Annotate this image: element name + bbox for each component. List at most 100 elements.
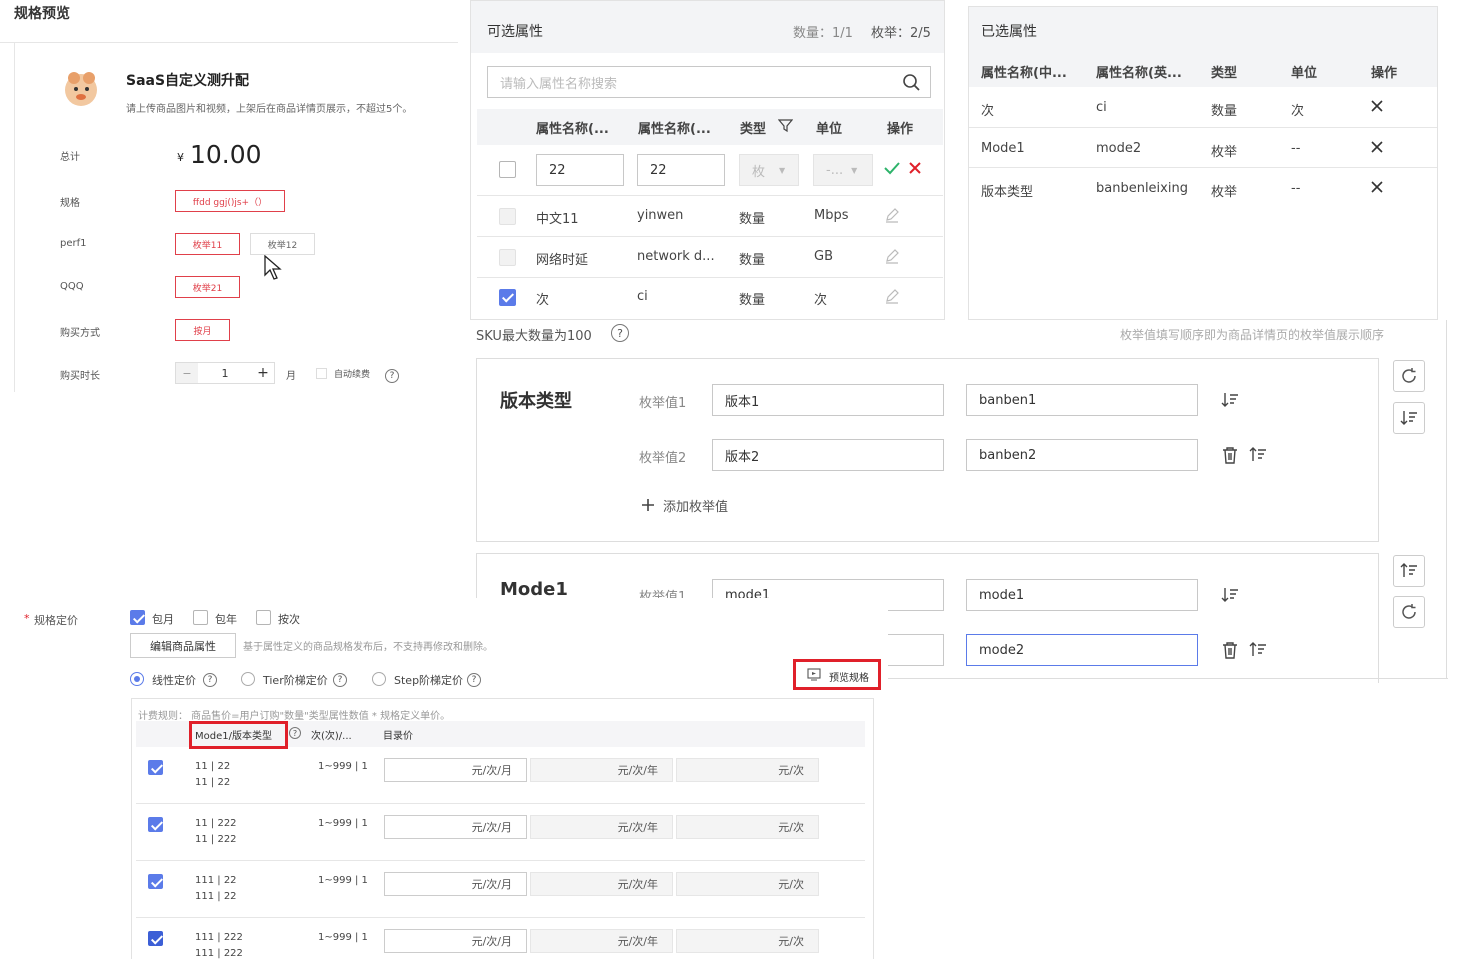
- optional-attributes-panel: 可选属性 数量：1/1 枚举：2/5 请输入属性名称搜索 属性名称(... 属性…: [470, 0, 945, 320]
- help-icon[interactable]: ?: [289, 727, 301, 739]
- price-year-input: 元/次/年: [530, 929, 673, 953]
- row-unit: GB: [814, 249, 833, 264]
- perf-option-1[interactable]: 枚举11: [175, 233, 240, 255]
- yearly-checkbox[interactable]: [193, 610, 208, 625]
- row-b: 111 | 222: [195, 948, 243, 959]
- divider: [136, 803, 865, 804]
- help-icon[interactable]: ?: [385, 369, 399, 383]
- close-icon[interactable]: [1371, 100, 1383, 112]
- col-cn: 属性名称(...: [536, 122, 609, 137]
- row-checkbox[interactable]: [148, 931, 163, 946]
- duration-stepper[interactable]: − 1 +: [175, 362, 275, 384]
- row-checkbox[interactable]: [148, 760, 163, 775]
- pricing-label: 规格定价: [34, 614, 78, 627]
- currency: ¥: [177, 151, 184, 164]
- row-range: 1~999 | 1: [318, 932, 368, 943]
- col-list-price: 目录价: [383, 731, 413, 742]
- enum-en-input-1[interactable]: mode1: [966, 579, 1198, 611]
- search-icon[interactable]: [902, 73, 920, 91]
- col-type: 类型: [1211, 66, 1238, 81]
- divider: [969, 167, 1437, 168]
- price-month-input[interactable]: 元/次/月: [384, 758, 527, 782]
- decrement-button[interactable]: −: [176, 363, 198, 383]
- price-month-input[interactable]: 元/次/月: [384, 872, 527, 896]
- row-cn: 版本类型: [981, 185, 1034, 200]
- add-enum-button[interactable]: 添加枚举值: [663, 496, 728, 515]
- row-type: 数量: [739, 293, 766, 308]
- perf-option-2[interactable]: 枚举12: [250, 233, 315, 255]
- preview-spec-button[interactable]: 预览规格: [829, 669, 869, 684]
- per-use-checkbox[interactable]: [256, 610, 271, 625]
- row-en: mode2: [1096, 141, 1142, 156]
- sort-asc-icon[interactable]: [1249, 447, 1267, 463]
- sort-desc-icon[interactable]: [1221, 587, 1239, 603]
- row-checkbox[interactable]: [148, 874, 163, 889]
- unit-select[interactable]: -... ▼: [813, 154, 873, 186]
- search-input[interactable]: 请输入属性名称搜索: [487, 66, 931, 98]
- chevron-down-icon: ▼: [779, 165, 786, 175]
- price-month-input[interactable]: 元/次/月: [384, 815, 527, 839]
- attr-en-input[interactable]: 22: [637, 154, 725, 186]
- refresh-button[interactable]: [1393, 360, 1425, 392]
- edit-attributes-button[interactable]: 编辑商品属性: [130, 633, 236, 658]
- help-icon[interactable]: ?: [611, 324, 629, 342]
- trash-icon[interactable]: [1221, 446, 1239, 464]
- divider: [477, 277, 943, 278]
- sort-button[interactable]: [1393, 402, 1425, 434]
- qqq-option[interactable]: 枚举21: [175, 276, 240, 298]
- buy-mode-option[interactable]: 按月: [175, 319, 230, 341]
- sku-hint: 枚举值填写顺序即为商品详情页的枚举值展示顺序: [1120, 328, 1385, 342]
- per-use-label: 按次: [278, 613, 300, 626]
- col-count: 次(次)/...: [311, 731, 352, 742]
- enum-en-input-2[interactable]: mode2: [966, 634, 1198, 666]
- tier-label: Tier阶梯定价: [263, 674, 328, 687]
- increment-button[interactable]: +: [252, 363, 274, 383]
- col-type: 类型: [740, 122, 767, 137]
- close-icon[interactable]: [1371, 141, 1383, 153]
- enum-en-input-1[interactable]: banben1: [966, 384, 1198, 416]
- row-cn: 网络时延: [536, 253, 589, 268]
- row-cn: Mode1: [981, 141, 1025, 156]
- row-checkbox[interactable]: [499, 289, 516, 306]
- help-icon[interactable]: ?: [203, 673, 217, 687]
- enum-cn-input-2[interactable]: 版本2: [712, 439, 944, 471]
- attr-cn-input[interactable]: 22: [536, 154, 624, 186]
- filter-icon[interactable]: [778, 118, 793, 133]
- help-icon[interactable]: ?: [333, 673, 347, 687]
- row-checkbox[interactable]: [148, 817, 163, 832]
- step-radio[interactable]: [372, 672, 386, 686]
- close-icon[interactable]: [1371, 181, 1383, 193]
- spec-option[interactable]: ffdd ggj()js+（）: [175, 190, 285, 212]
- confirm-icon[interactable]: [884, 161, 900, 175]
- preview-icon: [807, 668, 821, 681]
- col-op: 操作: [1371, 66, 1398, 81]
- group-title: 版本类型: [500, 391, 572, 412]
- monthly-checkbox[interactable]: [130, 610, 145, 625]
- tier-radio[interactable]: [241, 672, 255, 686]
- plus-icon[interactable]: [641, 498, 655, 512]
- auto-renew-checkbox[interactable]: [316, 368, 327, 379]
- row-type: 数量: [739, 253, 766, 268]
- divider: [14, 42, 15, 392]
- row-unit: --: [1291, 181, 1301, 196]
- sort-desc-icon[interactable]: [1221, 392, 1239, 408]
- sort-asc-icon[interactable]: [1249, 642, 1267, 658]
- refresh-button[interactable]: [1393, 596, 1425, 628]
- row-checkbox[interactable]: [499, 161, 516, 178]
- divider: [477, 236, 943, 237]
- linear-radio[interactable]: [130, 672, 144, 686]
- price-month-input[interactable]: 元/次/月: [384, 929, 527, 953]
- product-logo: [60, 68, 102, 110]
- edit-icon: [884, 288, 900, 304]
- type-select[interactable]: 枚 ▼: [739, 154, 799, 186]
- billing-rule: 计费规则： 商品售价=用户订购"数量"类型属性数值 * 规格定义单价。: [138, 711, 451, 722]
- trash-icon[interactable]: [1221, 641, 1239, 659]
- enum-en-input-2[interactable]: banben2: [966, 439, 1198, 471]
- sort-button[interactable]: [1393, 555, 1425, 587]
- row-unit: --: [1291, 141, 1301, 156]
- enum-cn-input-1[interactable]: 版本1: [712, 384, 944, 416]
- panel-header: [969, 7, 1437, 53]
- cancel-icon[interactable]: [908, 161, 922, 175]
- duration-value[interactable]: 1: [198, 363, 252, 383]
- help-icon[interactable]: ?: [467, 673, 481, 687]
